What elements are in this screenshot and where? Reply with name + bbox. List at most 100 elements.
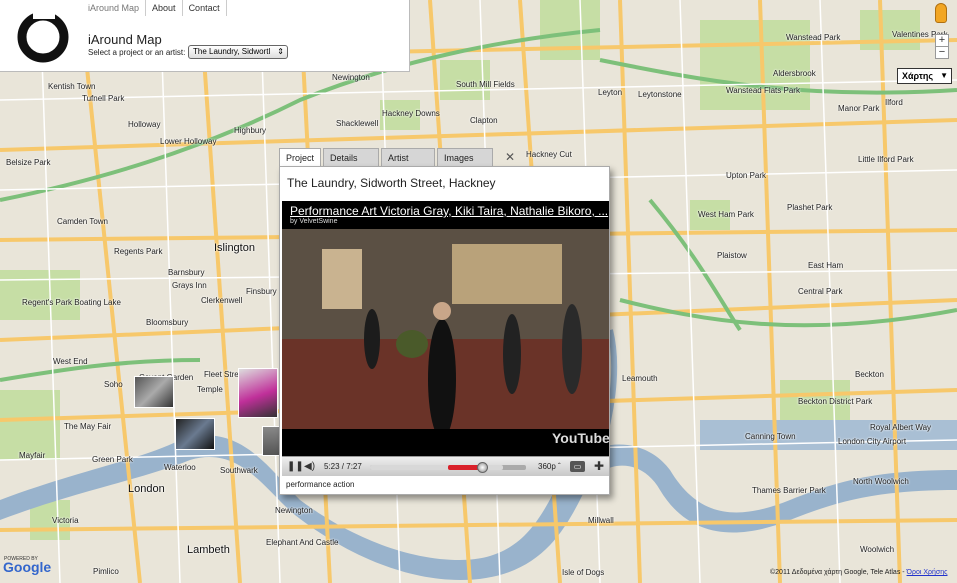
map-place-label: London — [128, 483, 165, 495]
expand-icon[interactable]: ▭ — [570, 461, 585, 472]
google-logo-text: Google — [3, 559, 52, 575]
map-place-label: Aldersbrook — [773, 69, 816, 78]
map-place-label: Highbury — [234, 126, 267, 135]
nav-contact[interactable]: Contact — [183, 0, 227, 16]
nav-home[interactable]: iAround Map — [84, 0, 147, 16]
project-thumbnail[interactable] — [134, 376, 174, 408]
project-thumbnail[interactable] — [262, 426, 280, 456]
map-place-label: East Ham — [808, 261, 844, 270]
project-caption: performance action — [286, 480, 355, 489]
youtube-logo[interactable]: YouTube — [552, 430, 609, 446]
map-place-label: Millwall — [588, 516, 614, 525]
map-place-label: South Mill Fields — [456, 80, 515, 89]
map-place-label: Belsize Park — [6, 158, 51, 167]
map-place-label: Hackney Downs — [382, 109, 440, 118]
map-place-label: Bloomsbury — [146, 318, 189, 327]
google-logo[interactable]: Google — [3, 559, 51, 575]
map-place-label: Camden Town — [57, 217, 108, 226]
map-place-label: Little Ilford Park — [858, 155, 914, 164]
video-player[interactable]: Performance Art Victoria Gray, Kiki Tair… — [282, 201, 609, 476]
map-place-label: Regents Park — [114, 247, 163, 256]
map-place-label: Southwark — [220, 466, 258, 475]
nav-about[interactable]: About — [146, 0, 183, 16]
map-place-label: Islington — [214, 242, 255, 254]
map-place-label: Grays Inn — [172, 281, 207, 290]
map-place-label: Barnsbury — [168, 268, 205, 277]
map-place-label: Newington — [275, 506, 313, 515]
map-place-label: Isle of Dogs — [562, 568, 605, 577]
map-place-label: Pimlico — [93, 567, 119, 576]
map-page: Kentish Town Tufnell Park Holloway Lower Ho… — [0, 0, 957, 583]
project-thumbnail[interactable] — [175, 418, 215, 450]
map-place-label: Upton Park — [726, 171, 767, 180]
progress-knob[interactable] — [476, 462, 488, 473]
street-view-pegman-icon[interactable] — [935, 3, 947, 23]
map-type-label: Χάρτης — [902, 71, 934, 81]
map-place-label: Mayfair — [19, 451, 46, 460]
close-icon[interactable]: ✕ — [505, 150, 515, 164]
map-place-label: Temple — [197, 385, 223, 394]
triangle-down-icon: ▼ — [940, 71, 948, 80]
map-place-label: Elephant And Castle — [266, 538, 339, 547]
terms-link[interactable]: Όροι Χρήσης — [907, 569, 948, 576]
map-place-label: Waterloo — [164, 463, 196, 472]
map-place-label: North Woolwich — [853, 477, 909, 486]
site-title: iAround Map — [88, 32, 162, 47]
progress-bar[interactable] — [370, 462, 526, 473]
project-thumbnail[interactable] — [238, 368, 278, 418]
select-arrow-icon: ⇕ — [277, 47, 284, 56]
map-place-label: Canning Town — [745, 432, 796, 441]
map-place-label: Finsbury — [246, 287, 277, 296]
tab-details[interactable]: Details — [323, 148, 380, 166]
map-place-label: Royal Albert Way — [870, 423, 932, 432]
map-place-label: Manor Park — [838, 104, 880, 113]
tab-project[interactable]: Project — [279, 148, 322, 166]
info-window-body: The Laundry, Sidworth Street, Hackney Pe… — [279, 166, 610, 495]
map-place-label: Beckton District Park — [798, 397, 873, 406]
plus-icon[interactable]: ✚ — [594, 459, 604, 473]
map-place-label: Clerkenwell — [201, 296, 243, 305]
map-place-label: Victoria — [52, 516, 79, 525]
video-author: by VelvetSwine — [290, 218, 338, 225]
map-place-label: Lower Holloway — [160, 137, 217, 146]
map-place-label: Soho — [104, 380, 123, 389]
map-place-label: Leyton — [598, 88, 623, 97]
select-label: Select a project or an artist: — [88, 48, 186, 57]
project-title: The Laundry, Sidworth Street, Hackney — [287, 176, 496, 190]
map-place-label: Tufnell Park — [82, 94, 125, 103]
quality-select[interactable]: 360p ˆ — [538, 462, 561, 471]
iaround-logo[interactable] — [12, 4, 74, 66]
video-time: 5:23 / 7:27 — [324, 462, 362, 471]
map-place-label: Shacklewell — [336, 119, 379, 128]
map-place-label: Ilford — [885, 98, 903, 107]
pause-icon[interactable]: ❚❚ — [287, 461, 304, 472]
map-type-select[interactable]: Χάρτης ▼ — [897, 68, 952, 84]
map-place-label: Holloway — [128, 120, 161, 129]
select-value: The Laundry, Sidwortl — [193, 47, 271, 56]
map-place-label: Lambeth — [187, 544, 230, 556]
volume-icon[interactable]: ◀) — [304, 461, 315, 472]
zoom-out-button[interactable]: − — [935, 46, 949, 59]
video-title-link[interactable]: Performance Art Victoria Gray, Kiki Tair… — [290, 204, 608, 218]
map-place-label: Wanstead Park — [786, 33, 841, 42]
tab-artist[interactable]: Artist — [381, 148, 436, 166]
map-place-label: London City Airport — [838, 437, 907, 446]
map-place-label: Wanstead Flats Park — [726, 86, 800, 95]
info-window: Project Details Artist Images ✕ The Laun… — [279, 148, 610, 495]
top-nav: iAround Map About Contact — [84, 0, 227, 16]
video-frame[interactable] — [282, 229, 609, 453]
site-header: iAround Map About Contact iAround Map Se… — [0, 0, 410, 72]
map-place-label: Woolwich — [860, 545, 895, 554]
info-tabs: Project Details Artist Images — [279, 148, 495, 166]
map-place-label: Beckton — [855, 370, 884, 379]
map-place-label: Thames Barrier Park — [752, 486, 826, 495]
map-place-label: Plaistow — [717, 251, 747, 260]
tab-images[interactable]: Images — [437, 148, 494, 166]
map-place-label: Green Park — [92, 455, 133, 464]
map-copyright: ©2011 Δεδομένα χάρτη Google, Tele Atlas … — [770, 569, 947, 576]
project-artist-select[interactable]: The Laundry, Sidwortl ⇕ — [188, 45, 288, 59]
map-place-label: Central Park — [798, 287, 843, 296]
map-place-label: West End — [53, 357, 88, 366]
map-place-label: The May Fair — [64, 422, 112, 431]
map-place-label: Regent's Park Boating Lake — [22, 298, 121, 307]
